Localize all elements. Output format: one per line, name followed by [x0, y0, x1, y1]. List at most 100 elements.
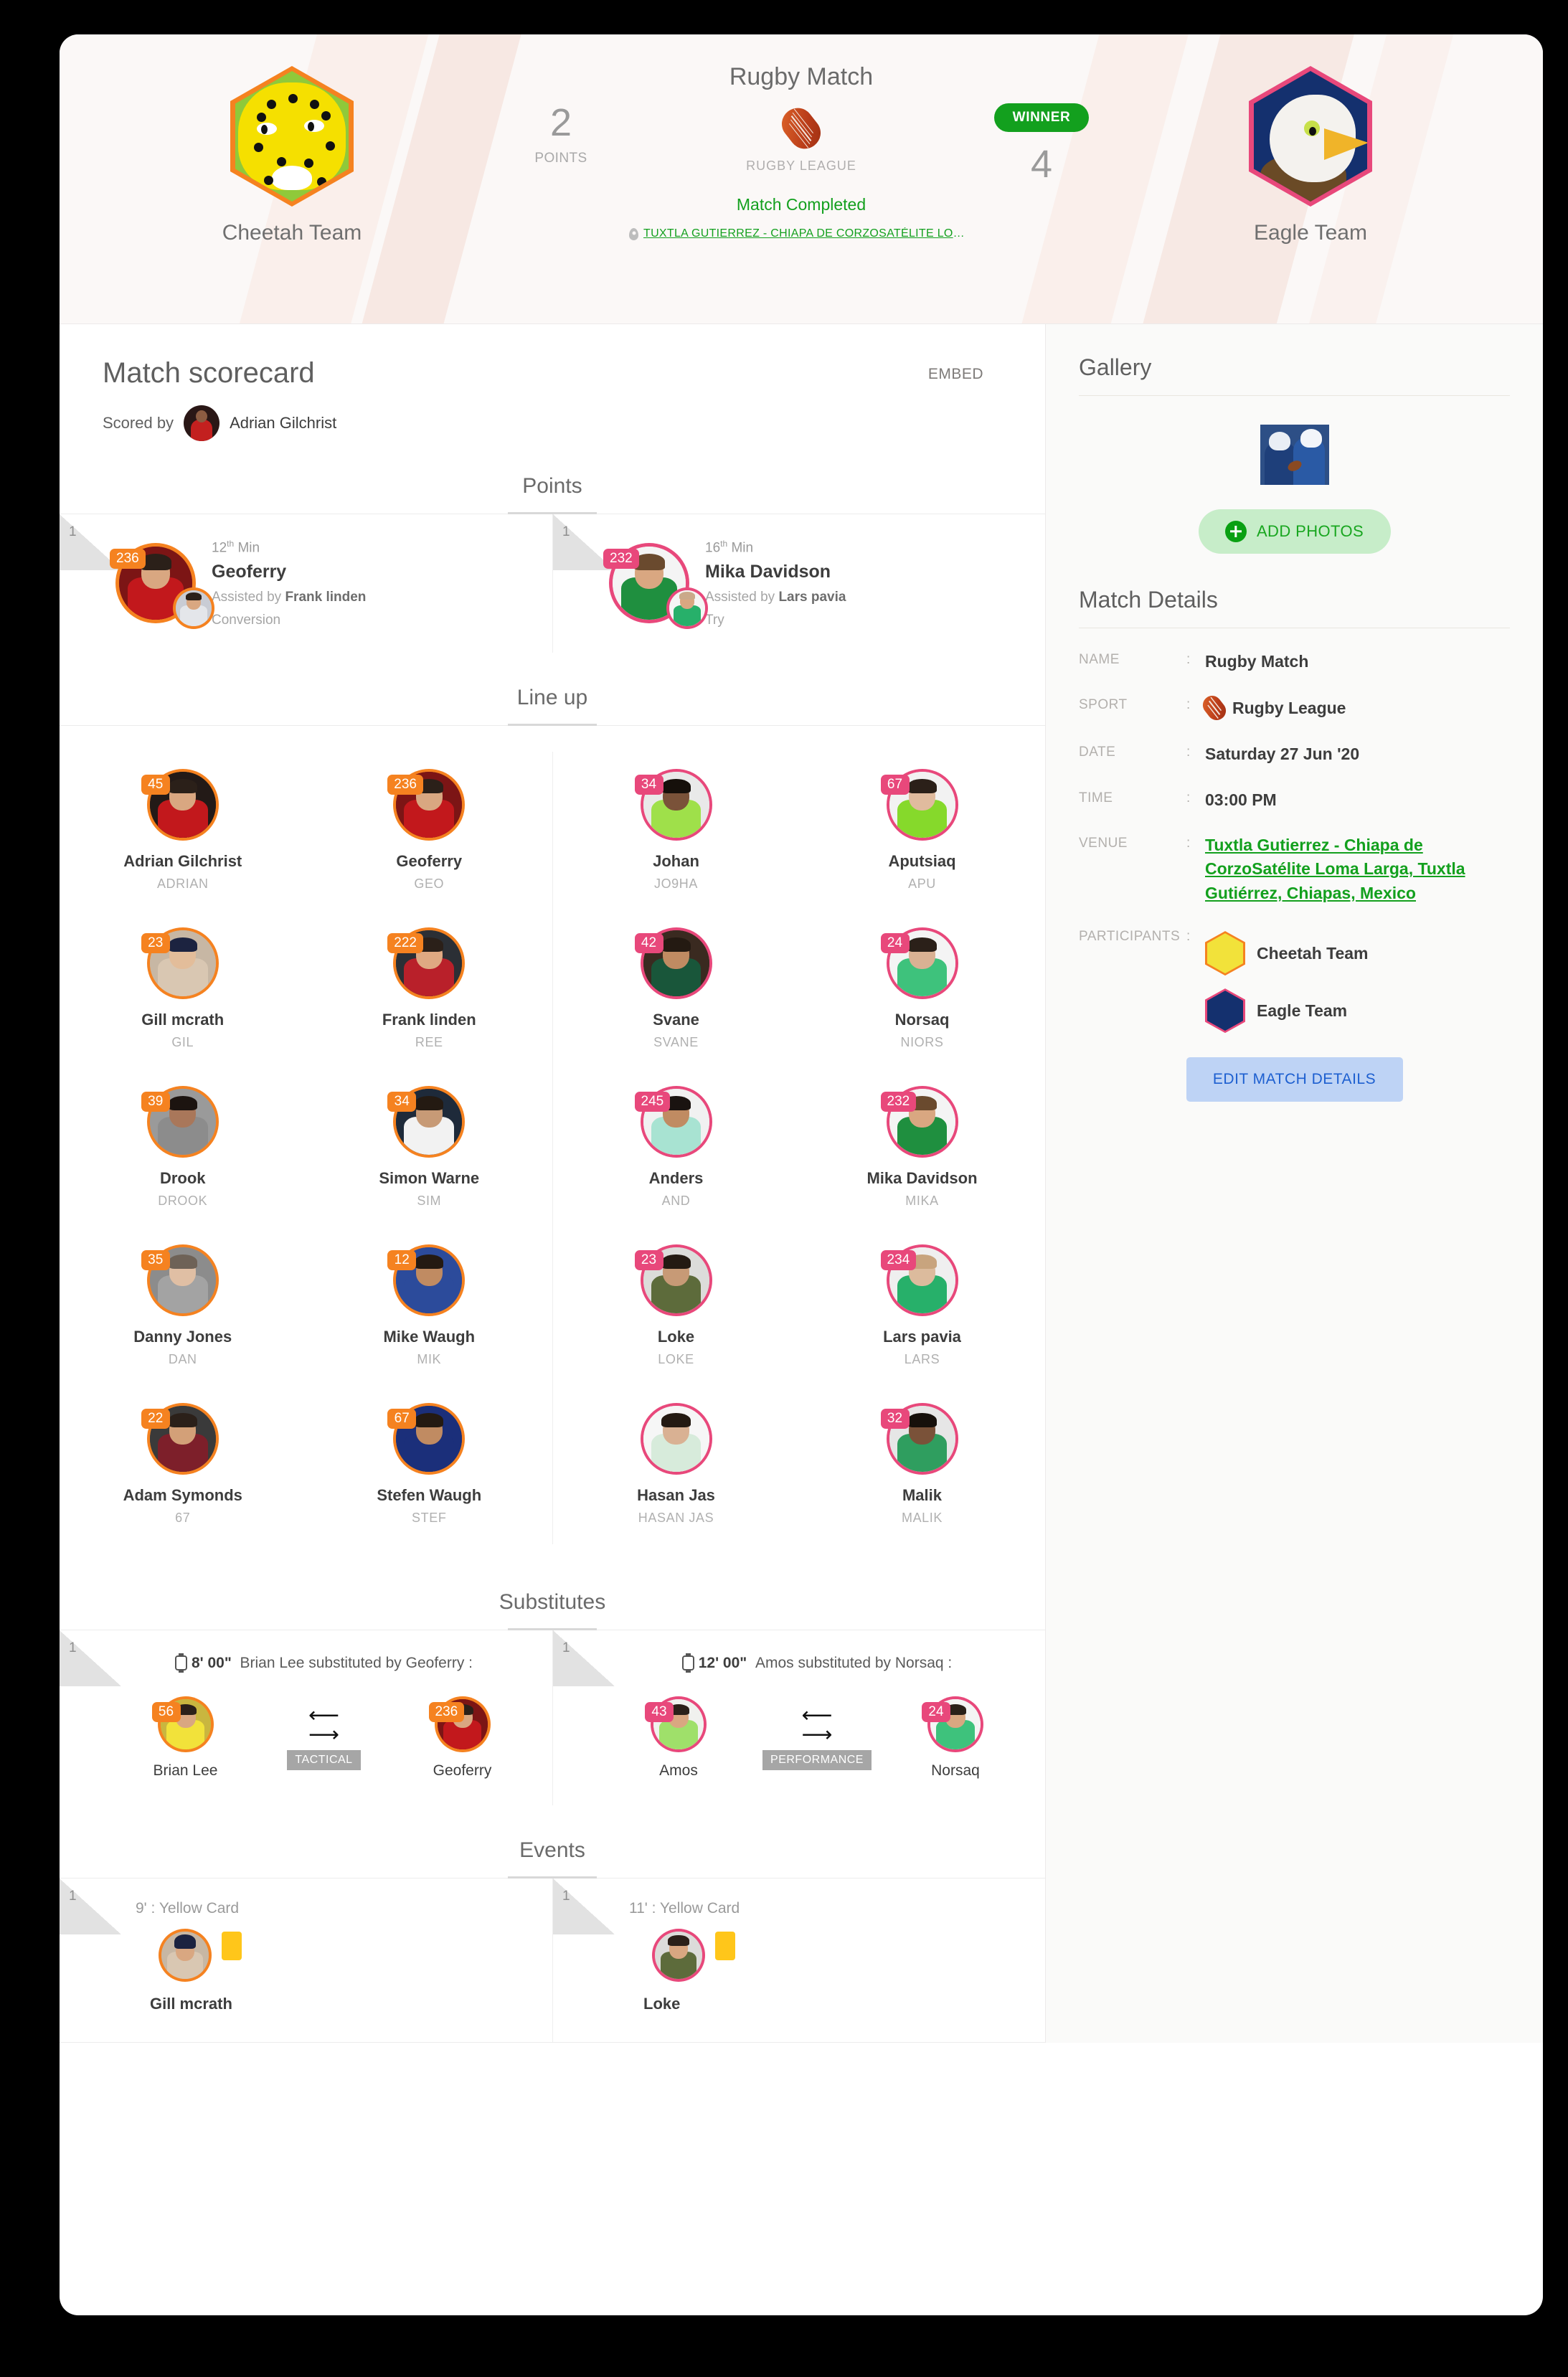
gallery-section: Gallery ADD PHOTOS: [1046, 324, 1543, 554]
scored-by-row: Scored by Adrian Gilchrist: [103, 405, 1002, 441]
cheetah-team-logo: [1205, 931, 1245, 976]
lineup-player-nickname: MIK: [417, 1352, 442, 1367]
lineup-player[interactable]: 35 Danny Jones DAN: [60, 1227, 306, 1386]
lineup-player[interactable]: Hasan Jas HASAN JAS: [553, 1386, 799, 1544]
player-avatar: [640, 1403, 712, 1475]
detail-row-sport: SPORT : Rugby League: [1079, 692, 1510, 724]
player-avatar: 42: [634, 927, 712, 1000]
gallery-title: Gallery: [1079, 354, 1152, 380]
app-card: Cheetah Team 2 POINTS Rugby Match RUGBY …: [60, 34, 1543, 2315]
events-grid: 1 9' : Yellow Card Gill mcrath 1 11': Y…: [60, 1878, 1045, 2042]
gallery-photo[interactable]: [1260, 425, 1329, 485]
lineup-player-name: Mike Waugh: [383, 1328, 476, 1346]
page-root: Cheetah Team 2 POINTS Rugby Match RUGBY …: [0, 0, 1568, 2377]
add-photos-button[interactable]: ADD PHOTOS: [1198, 509, 1391, 554]
yellow-card-icon: [715, 1931, 735, 1960]
venue-link[interactable]: TUXTLA GUTIERREZ - CHIAPA DE CORZOSATÉLI…: [643, 227, 973, 240]
lineup-player[interactable]: 222 Frank linden REE: [306, 910, 553, 1069]
player-avatar: 236: [387, 769, 466, 841]
yellow-card-icon: [222, 1931, 242, 1960]
event-card[interactable]: 1 11' : Yellow Card Loke: [552, 1878, 1045, 2042]
lineup-player-name: Johan: [653, 852, 699, 871]
home-team-block[interactable]: Cheetah Team: [91, 34, 493, 245]
lineup-player-name: Hasan Jas: [637, 1486, 715, 1505]
detail-value-sport: Rugby League: [1232, 698, 1346, 717]
sub-in-player[interactable]: 236 Geoferry: [409, 1696, 516, 1780]
eagle-team-logo[interactable]: [1249, 66, 1372, 207]
participant-eagle-team[interactable]: Eagle Team: [1205, 988, 1369, 1034]
away-team-name: Eagle Team: [1254, 221, 1367, 245]
lineup-player[interactable]: 24 Norsaq NIORS: [799, 910, 1045, 1069]
lineup-player[interactable]: 23 Loke LOKE: [553, 1227, 799, 1386]
lineup-player[interactable]: 245 Anders AND: [553, 1069, 799, 1227]
lineup-player-nickname: REE: [415, 1035, 443, 1050]
lineup-player[interactable]: 236 Geoferry GEO: [306, 752, 553, 910]
lineup-player[interactable]: 45 Adrian Gilchrist ADRIAN: [60, 752, 306, 910]
embed-button[interactable]: EMBED: [928, 366, 983, 383]
lineup-player[interactable]: 232 Mika Davidson MIKA: [799, 1069, 1045, 1227]
section-heading-points: Points: [60, 474, 1045, 514]
jersey-number-badge: 56: [151, 1701, 181, 1722]
participant-name: Cheetah Team: [1257, 943, 1369, 963]
home-score: 2: [549, 101, 572, 144]
cheetah-team-logo[interactable]: [230, 66, 354, 207]
lineup-player[interactable]: 234 Lars pavia LARS: [799, 1227, 1045, 1386]
substitution-card[interactable]: 1 8' 00" Brian Lee substituted by Geofer…: [60, 1630, 552, 1805]
player-avatar: 67: [387, 1403, 466, 1475]
jersey-number-badge: 67: [880, 775, 910, 795]
match-details-section: Match Details NAME : Rugby Match SPORT :…: [1046, 554, 1543, 1102]
scoreboard-banner: Cheetah Team 2 POINTS Rugby Match RUGBY …: [60, 34, 1543, 324]
detail-colon: :: [1186, 836, 1191, 851]
player-avatar: 67: [880, 769, 958, 841]
lineup-player[interactable]: 22 Adam Symonds 67: [60, 1386, 306, 1544]
clock-icon: [174, 1653, 187, 1673]
edit-match-details-button[interactable]: EDIT MATCH DETAILS: [1186, 1057, 1403, 1102]
lineup-home-half: 45 Adrian Gilchrist ADRIAN 236 Geoferry GEO 23…: [60, 752, 552, 1544]
jersey-number-badge: 39: [141, 1092, 170, 1112]
lineup-player-name: Adam Symonds: [123, 1486, 242, 1505]
section-label: Line up: [516, 686, 588, 710]
corner-ribbon: 1: [553, 1630, 615, 1687]
sub-out-player[interactable]: 56 Brian Lee: [132, 1696, 240, 1780]
detail-value-name: Rugby Match: [1205, 652, 1309, 671]
lineup-player[interactable]: 12 Mike Waugh MIK: [306, 1227, 553, 1386]
jersey-number-badge: 43: [645, 1701, 674, 1722]
venue-link-row[interactable]: TUXTLA GUTIERREZ - CHIAPA DE CORZOSATÉLI…: [629, 227, 973, 240]
player-avatar: 24: [880, 927, 958, 1000]
jersey-number-badge: 12: [387, 1250, 417, 1271]
lineup-player[interactable]: 32 Malik MALIK: [799, 1386, 1045, 1544]
lineup-player[interactable]: 42 Svane SVANE: [553, 910, 799, 1069]
detail-colon: :: [1186, 652, 1191, 667]
section-label: Points: [522, 474, 582, 498]
sub-in-player[interactable]: 24 Norsaq: [902, 1696, 1009, 1780]
lineup-player-name: Lars pavia: [883, 1328, 961, 1346]
point-card[interactable]: 1 232 16th Min Mika Davidson Assisted by…: [552, 514, 1045, 653]
scorecard-header: Match scorecard EMBED Scored by Adrian G…: [60, 324, 1045, 441]
lineup-player[interactable]: 34 Simon Warne SIM: [306, 1069, 553, 1227]
away-team-block[interactable]: Eagle Team: [1110, 34, 1511, 245]
substitution-card[interactable]: 1 12' 00" Amos substituted by Norsaq : 4: [552, 1630, 1045, 1805]
event-player-name: Gill mcrath: [150, 1994, 232, 2013]
lineup-player-nickname: SVANE: [653, 1035, 699, 1050]
player-avatar: 34: [634, 769, 712, 841]
lineup-player[interactable]: 39 Drook DROOK: [60, 1069, 306, 1227]
player-avatar: 234: [880, 1244, 958, 1317]
event-player-name: Loke: [643, 1994, 681, 2013]
point-card[interactable]: 1 236 12th Min Geoferry Assisted by Fran…: [60, 514, 552, 653]
jersey-number-badge: 23: [634, 1250, 663, 1271]
participant-cheetah-team[interactable]: Cheetah Team: [1205, 931, 1369, 976]
lineup-player[interactable]: 67 Stefen Waugh STEF: [306, 1386, 553, 1544]
player-avatar: 236: [110, 543, 214, 629]
lineup-player-name: Geoferry: [396, 852, 463, 871]
event-card[interactable]: 1 9' : Yellow Card Gill mcrath: [60, 1878, 552, 2042]
cheetah-icon: [235, 71, 349, 202]
section-heading-substitutes: Substitutes: [60, 1590, 1045, 1631]
lineup-player[interactable]: 67 Aputsiaq APU: [799, 752, 1045, 910]
sub-out-player[interactable]: 43 Amos: [625, 1696, 732, 1780]
venue-link[interactable]: Tuxtla Gutierrez - Chiapa de CorzoSatéli…: [1205, 836, 1465, 902]
detail-row-name: NAME : Rugby Match: [1079, 650, 1510, 674]
jersey-number-badge: 245: [634, 1092, 671, 1112]
ribbon-index: 1: [562, 1640, 570, 1656]
lineup-player[interactable]: 23 Gill mcrath GIL: [60, 910, 306, 1069]
lineup-player[interactable]: 34 Johan JO9HA: [553, 752, 799, 910]
